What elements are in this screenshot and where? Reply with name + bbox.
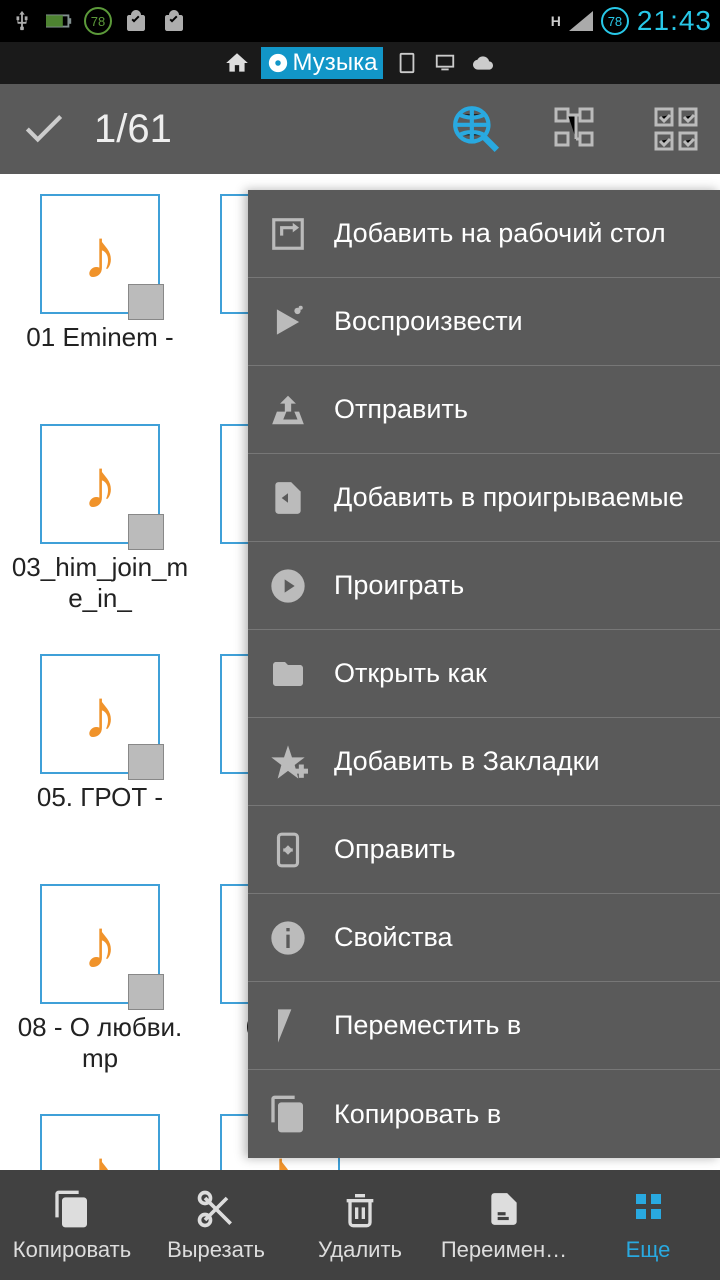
copy-to-icon	[266, 1092, 310, 1136]
breadcrumb-label: Музыка	[293, 49, 378, 77]
breadcrumb: Музыка	[0, 42, 720, 84]
tablet-icon[interactable]	[393, 49, 421, 77]
file-label: 05. ГРОТ -	[10, 782, 190, 813]
menu-label: Отправить	[334, 394, 468, 425]
cut-button[interactable]: Вырезать	[144, 1170, 288, 1280]
select-all-button[interactable]	[646, 99, 706, 159]
web-search-button[interactable]	[446, 99, 506, 159]
bottom-toolbar: Копировать Вырезать Удалить Переимен… Ещ…	[0, 1170, 720, 1280]
status-bar: 78 H 78 21:43	[0, 0, 720, 42]
battery-icon	[46, 7, 74, 35]
star-add-icon	[266, 740, 310, 784]
add-doc-icon	[266, 476, 310, 520]
bag-check-icon	[122, 7, 150, 35]
file-item[interactable]: ♪ 03_him_join_me_in_	[10, 424, 190, 614]
copy-icon	[50, 1187, 94, 1231]
menu-move-to[interactable]: Переместить в	[248, 982, 720, 1070]
menu-label: Оправить	[334, 834, 456, 865]
bag-check-icon-2	[160, 7, 188, 35]
menu-copy-to[interactable]: Копировать в	[248, 1070, 720, 1158]
file-label: 03_him_join_me_in_	[10, 552, 190, 614]
tree-view-button[interactable]	[546, 99, 606, 159]
menu-open-as[interactable]: Открыть как	[248, 630, 720, 718]
menu-label: Открыть как	[334, 658, 487, 689]
file-item[interactable]: ♪ 08 - О любви.mp	[10, 884, 190, 1074]
file-item[interactable]: ♪ 05. ГРОТ -	[10, 654, 190, 813]
menu-add-bookmark[interactable]: Добавить в Закладки	[248, 718, 720, 806]
toolbar-label: Удалить	[318, 1237, 402, 1263]
more-button[interactable]: Еще	[576, 1170, 720, 1280]
signal-icon	[569, 11, 593, 31]
breadcrumb-music[interactable]: Музыка	[261, 47, 384, 79]
computer-icon[interactable]	[431, 49, 459, 77]
info-icon	[266, 916, 310, 960]
progress-circle-blue-icon: 78	[601, 7, 629, 35]
device-share-icon	[266, 828, 310, 872]
rename-button[interactable]: Переимен…	[432, 1170, 576, 1280]
music-file-icon: ♪	[40, 424, 160, 544]
cut-icon	[194, 1187, 238, 1231]
delete-button[interactable]: Удалить	[288, 1170, 432, 1280]
selection-toolbar: 1/61	[0, 84, 720, 174]
selection-counter: 1/61	[94, 107, 406, 152]
menu-label: Добавить в Закладки	[334, 746, 600, 777]
file-item[interactable]: ♪ 01 Eminem -	[10, 194, 190, 353]
play-circle-icon	[266, 564, 310, 608]
menu-properties[interactable]: Свойства	[248, 894, 720, 982]
cloud-icon[interactable]	[469, 49, 497, 77]
rename-icon	[482, 1187, 526, 1231]
music-file-icon: ♪	[40, 884, 160, 1004]
copy-button[interactable]: Копировать	[0, 1170, 144, 1280]
menu-label: Добавить в проигрываемые	[334, 482, 684, 513]
music-disc-icon	[267, 52, 289, 74]
move-to-icon	[266, 1004, 310, 1048]
more-icon	[626, 1187, 670, 1231]
context-menu: Добавить на рабочий стол Воспроизвести О…	[248, 190, 720, 1158]
menu-label: Копировать в	[334, 1099, 501, 1130]
menu-label: Свойства	[334, 922, 453, 953]
home-icon[interactable]	[223, 49, 251, 77]
toolbar-label: Переимен…	[441, 1237, 567, 1263]
share-icon	[266, 388, 310, 432]
menu-label: Воспроизвести	[334, 306, 523, 337]
status-left-icons: 78	[8, 7, 188, 35]
delete-icon	[338, 1187, 382, 1231]
toolbar-label: Копировать	[13, 1237, 131, 1263]
network-type-indicator: H	[551, 13, 561, 29]
music-file-icon: ♪	[40, 654, 160, 774]
file-label: 08 - О любви.mp	[10, 1012, 190, 1074]
menu-label: Добавить на рабочий стол	[334, 218, 666, 249]
menu-play-now[interactable]: Проиграть	[248, 542, 720, 630]
status-right: H 78 21:43	[551, 5, 712, 37]
menu-send[interactable]: Отправить	[248, 366, 720, 454]
shortcut-icon	[266, 212, 310, 256]
status-time: 21:43	[637, 5, 712, 37]
menu-add-to-playing[interactable]: Добавить в проигрываемые	[248, 454, 720, 542]
folder-open-icon	[266, 652, 310, 696]
file-label: 01 Eminem -	[10, 322, 190, 353]
progress-circle-green-icon: 78	[84, 7, 112, 35]
menu-label: Проиграть	[334, 570, 464, 601]
toolbar-label: Еще	[626, 1237, 671, 1263]
usb-icon	[8, 7, 36, 35]
menu-device-send[interactable]: Оправить	[248, 806, 720, 894]
play-send-icon	[266, 300, 310, 344]
menu-add-shortcut[interactable]: Добавить на рабочий стол	[248, 190, 720, 278]
music-file-icon: ♪	[40, 194, 160, 314]
menu-label: Переместить в	[334, 1010, 521, 1041]
menu-play[interactable]: Воспроизвести	[248, 278, 720, 366]
done-button[interactable]	[14, 99, 74, 159]
toolbar-label: Вырезать	[167, 1237, 265, 1263]
